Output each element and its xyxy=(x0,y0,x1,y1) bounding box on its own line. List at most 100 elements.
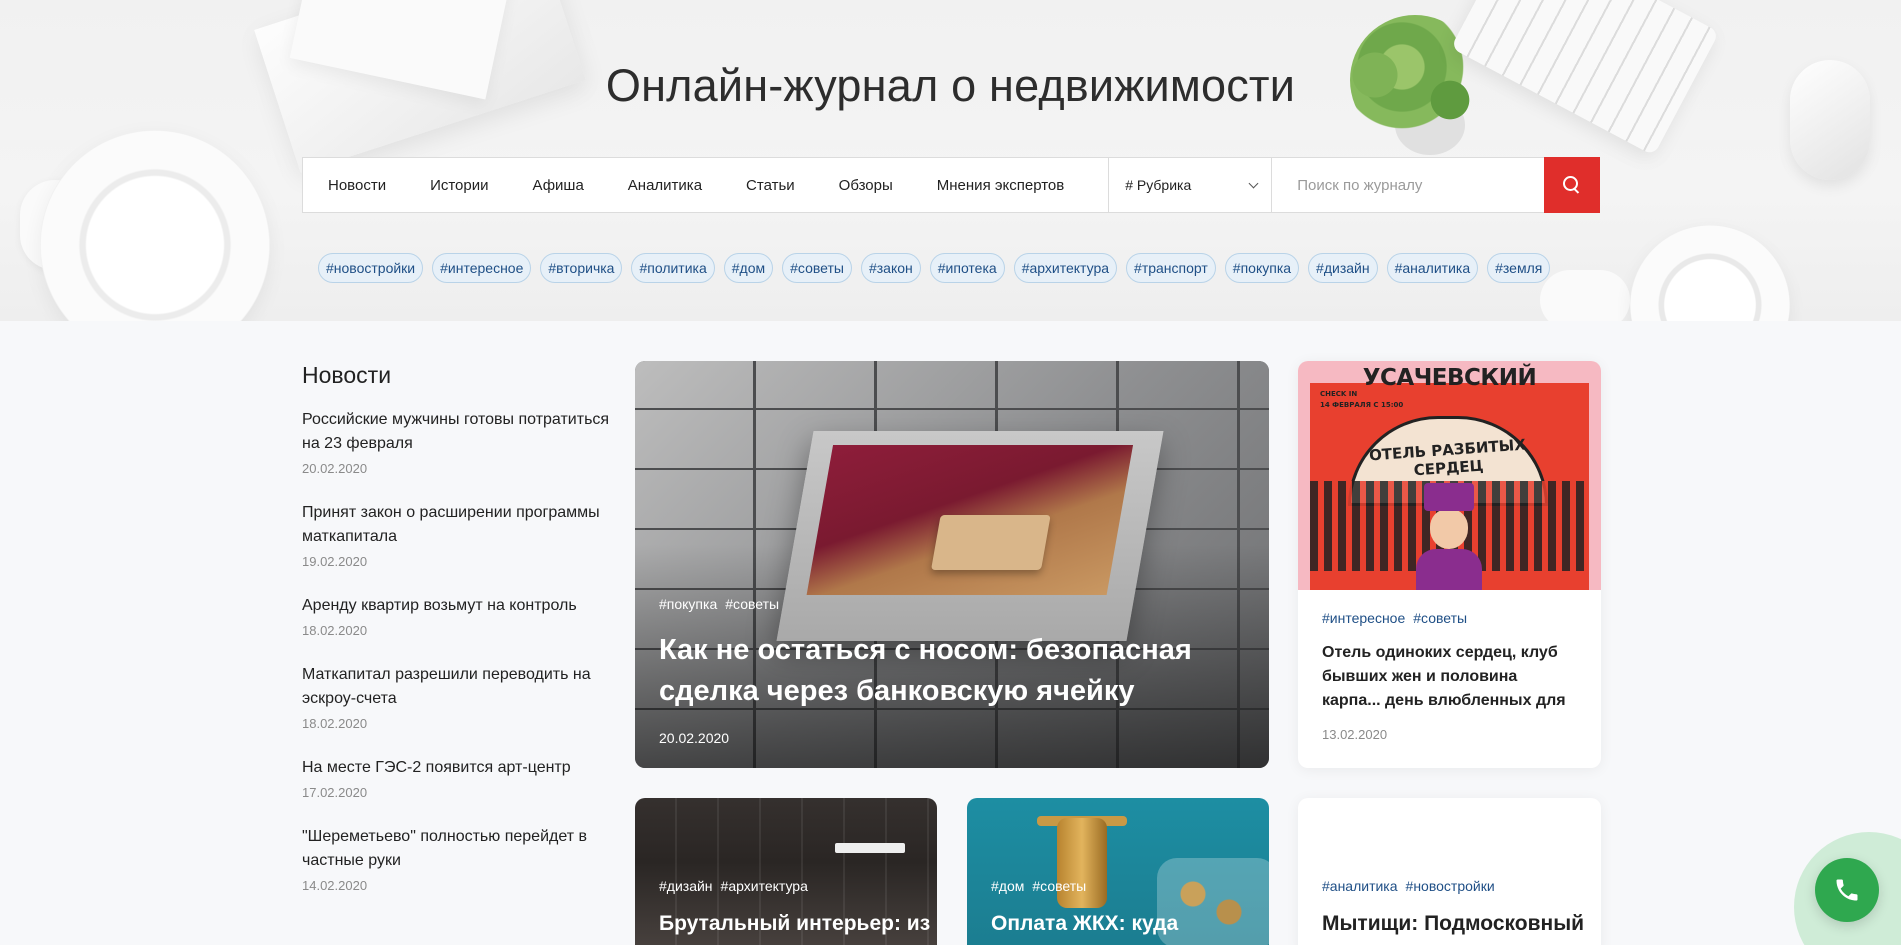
article-image xyxy=(835,843,905,853)
article-card-body: #аналитика #новостройки Мытищи: Подмоско… xyxy=(1322,878,1584,936)
article-tag[interactable]: #аналитика xyxy=(1322,878,1398,894)
article-image xyxy=(1424,483,1474,511)
article-title[interactable]: Оплата ЖКХ: куда xyxy=(991,912,1249,936)
news-item-title[interactable]: "Шереметьево" полностью перейдет в частн… xyxy=(302,825,622,873)
article-card[interactable]: УСАЧЕВСКИЙ CHECK IN 14 ФЕВРАЛЯ С 15:00 О… xyxy=(1298,361,1601,768)
article-image xyxy=(1416,549,1482,590)
search-input[interactable] xyxy=(1272,158,1544,212)
news-item[interactable]: Принят закон о расширении программы матк… xyxy=(302,501,622,569)
article-tags: #покупка #советы xyxy=(659,596,1245,612)
nav-item-experts[interactable]: Мнения экспертов xyxy=(937,177,1064,194)
article-date: 13.02.2020 xyxy=(1322,727,1388,742)
nav-item-articles[interactable]: Статьи xyxy=(746,177,795,194)
poster-date: 14 ФЕВРАЛЯ С 15:00 xyxy=(1320,401,1404,409)
article-image xyxy=(931,515,1051,570)
tag-pill[interactable]: #дизайн xyxy=(1308,253,1378,283)
chevron-down-icon xyxy=(1248,178,1259,188)
news-heading: Новости xyxy=(302,362,392,388)
tag-pill[interactable]: #ипотека xyxy=(929,253,1005,283)
article-card[interactable]: #аналитика #новостройки Мытищи: Подмоско… xyxy=(1298,798,1601,945)
news-item-date: 19.02.2020 xyxy=(302,554,368,569)
news-item[interactable]: Российские мужчины готовы потратиться на… xyxy=(302,408,622,476)
nav-list: Новости Истории Афиша Аналитика Статьи О… xyxy=(303,158,1108,212)
tag-pill[interactable]: #аналитика xyxy=(1386,253,1479,283)
tag-pill[interactable]: #вторичка xyxy=(540,253,623,283)
article-tags: #аналитика #новостройки xyxy=(1322,878,1581,894)
news-item-date: 18.02.2020 xyxy=(302,716,368,731)
main-nav: Новости Истории Афиша Аналитика Статьи О… xyxy=(302,157,1600,213)
article-title[interactable]: Брутальный интерьер: из xyxy=(659,912,930,936)
article-title[interactable]: Мытищи: Подмосковный xyxy=(1322,912,1584,936)
article-image: УСАЧЕВСКИЙ CHECK IN 14 ФЕВРАЛЯ С 15:00 О… xyxy=(1298,361,1601,590)
news-item[interactable]: Аренду квартир возьмут на контроль 18.02… xyxy=(302,594,622,638)
rubric-select[interactable]: # Рубрика xyxy=(1108,158,1273,212)
article-tag[interactable]: #советы xyxy=(1032,878,1086,894)
tag-pill[interactable]: #архитектура xyxy=(1013,253,1118,283)
tag-pill[interactable]: #транспорт xyxy=(1126,253,1216,283)
article-tags: #дом #советы xyxy=(991,878,1249,894)
article-card-body: #дом #советы Оплата ЖКХ: куда xyxy=(991,878,1249,936)
news-item-title[interactable]: Российские мужчины готовы потратиться на… xyxy=(302,408,622,456)
tag-pill[interactable]: #дом xyxy=(723,253,774,283)
news-item-date: 18.02.2020 xyxy=(302,623,368,638)
article-tag[interactable]: #дом xyxy=(991,878,1024,894)
poster-character xyxy=(1416,483,1482,590)
search-icon xyxy=(1563,176,1581,194)
news-item-title[interactable]: Аренду квартир возьмут на контроль xyxy=(302,594,622,618)
article-image xyxy=(806,445,1134,595)
hero-banner: Онлайн-журнал о недвижимости Новости Ист… xyxy=(0,0,1901,321)
news-item-title[interactable]: Маткапитал разрешили переводить на эскро… xyxy=(302,663,622,711)
article-tag[interactable]: #дизайн xyxy=(659,878,713,894)
page-title: Онлайн-журнал о недвижимости xyxy=(605,60,1296,111)
nav-item-news[interactable]: Новости xyxy=(328,177,386,194)
article-image xyxy=(1430,509,1468,549)
featured-article-content: #покупка #советы Как не остаться с носом… xyxy=(659,596,1245,746)
tag-pill[interactable]: #земля xyxy=(1487,253,1551,283)
news-item-title[interactable]: На месте ГЭС-2 появится арт-центр xyxy=(302,756,622,780)
nav-item-analytics[interactable]: Аналитика xyxy=(628,177,702,194)
article-date: 20.02.2020 xyxy=(659,730,730,746)
article-tag[interactable]: #советы xyxy=(1413,610,1467,626)
cup-decoration xyxy=(1540,270,1630,321)
article-card[interactable]: #дом #советы Оплата ЖКХ: куда xyxy=(967,798,1269,945)
cup-decoration xyxy=(1630,225,1790,321)
phone-icon xyxy=(1836,879,1858,901)
cup-decoration xyxy=(40,130,270,321)
article-card[interactable]: #дизайн #архитектура Брутальный интерьер… xyxy=(635,798,937,945)
news-item-date: 20.02.2020 xyxy=(302,461,368,476)
article-tags: #интересное #советы xyxy=(1322,610,1577,626)
nav-item-reviews[interactable]: Обзоры xyxy=(839,177,893,194)
tag-pill[interactable]: #покупка xyxy=(1224,253,1300,283)
search-button[interactable] xyxy=(1544,157,1600,213)
news-item-title[interactable]: Принят закон о расширении программы матк… xyxy=(302,501,622,549)
article-card-body: #интересное #советы Отель одиноких серде… xyxy=(1298,590,1601,762)
tag-pill[interactable]: #новостройки xyxy=(318,253,424,283)
article-tag[interactable]: #интересное xyxy=(1322,610,1405,626)
article-tag[interactable]: #новостройки xyxy=(1406,878,1495,894)
article-title[interactable]: Как не остаться с носом: безопасная сдел… xyxy=(659,630,1245,712)
article-tag[interactable]: #покупка xyxy=(659,596,717,612)
poster-checkin: CHECK IN 14 ФЕВРАЛЯ С 15:00 xyxy=(1320,389,1403,411)
featured-article-card[interactable]: #покупка #советы Как не остаться с носом… xyxy=(635,361,1269,768)
article-title[interactable]: Отель одиноких сердец, клуб бывших жен и… xyxy=(1322,641,1577,713)
news-sidebar: Новости Российские мужчины готовы потрат… xyxy=(302,362,622,918)
news-item[interactable]: На месте ГЭС-2 появится арт-центр 17.02.… xyxy=(302,756,622,800)
article-tag[interactable]: #архитектура xyxy=(721,878,808,894)
tag-pill[interactable]: #интересное xyxy=(432,253,532,283)
article-card-body: #дизайн #архитектура Брутальный интерьер… xyxy=(659,878,930,936)
nav-item-events[interactable]: Афиша xyxy=(533,177,584,194)
tag-pill[interactable]: #советы xyxy=(782,253,852,283)
poster-title: УСАЧЕВСКИЙ xyxy=(1362,365,1537,391)
nav-item-stories[interactable]: Истории xyxy=(430,177,488,194)
news-item-date: 14.02.2020 xyxy=(302,878,368,893)
news-item[interactable]: "Шереметьево" полностью перейдет в частн… xyxy=(302,825,622,893)
rubric-label: # Рубрика xyxy=(1125,177,1192,193)
article-tags: #дизайн #архитектура xyxy=(659,878,917,894)
news-item[interactable]: Маткапитал разрешили переводить на эскро… xyxy=(302,663,622,731)
call-button[interactable] xyxy=(1815,858,1879,922)
article-tag[interactable]: #советы xyxy=(725,596,779,612)
poster-checkin-label: CHECK IN xyxy=(1320,390,1358,398)
news-item-date: 17.02.2020 xyxy=(302,785,368,800)
tag-pill[interactable]: #закон xyxy=(860,253,921,283)
tag-pill[interactable]: #политика xyxy=(631,253,715,283)
